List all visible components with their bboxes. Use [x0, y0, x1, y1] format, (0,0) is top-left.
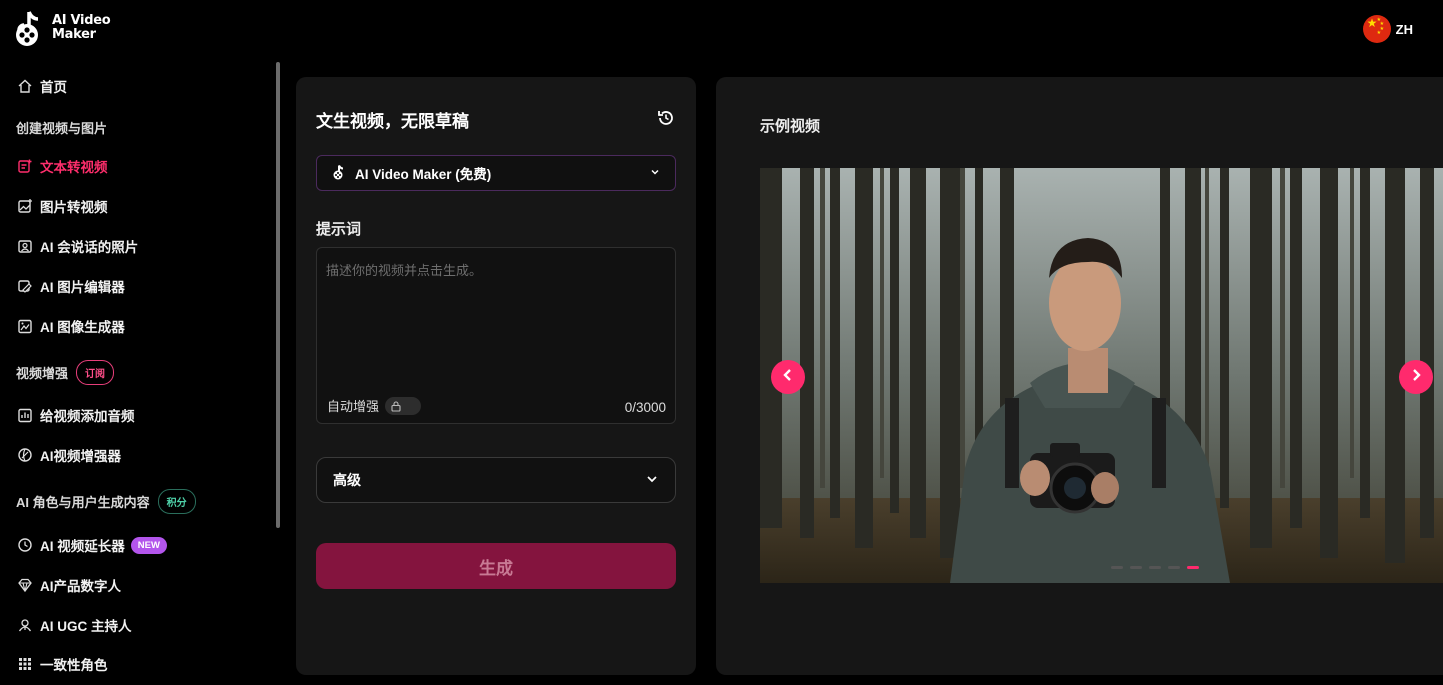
auto-enhance-label: 自动增强	[327, 399, 380, 414]
sidebar-item-label: AI产品数字人	[40, 579, 121, 594]
video-enhancer-icon	[16, 446, 34, 464]
chevron-down-icon	[645, 472, 659, 489]
sidebar-item-label: 给视频添加音频	[40, 409, 135, 424]
sidebar-item-home[interactable]: 首页	[16, 74, 67, 98]
prompt-label: 提示词	[316, 221, 362, 238]
carousel-prev-button[interactable]	[771, 360, 805, 394]
auto-enhance-control[interactable]: 自动增强	[327, 396, 422, 415]
lock-icon	[390, 400, 402, 412]
text-to-video-form: 文生视频，无限草稿 AI Video Maker (免费) 提示词 自动增强 0…	[296, 77, 696, 675]
forest-vlogger-thumbnail	[760, 168, 1443, 583]
sidebar: 首页 创建视频与图片 文本转视频 图片转视频 AI 会说话的照片 AI 图片编辑…	[0, 62, 282, 685]
example-video-title: 示例视频	[760, 118, 821, 135]
image-generator-icon	[16, 317, 34, 335]
brand-logo[interactable]: AI Video Maker	[12, 8, 111, 48]
sidebar-item-label: AI 视频延长器	[40, 539, 125, 554]
language-code: ZH	[1395, 21, 1413, 37]
sidebar-item-video-enhancer[interactable]: AI视频增强器	[16, 443, 121, 467]
section-label: 创建视频与图片	[16, 121, 108, 136]
brand-name: AI Video Maker	[52, 13, 111, 42]
image-video-icon	[16, 197, 34, 215]
product-avatar-icon	[16, 576, 34, 594]
new-badge: NEW	[130, 536, 167, 554]
credits-badge: 积分	[157, 489, 196, 514]
brand-name-line2: Maker	[52, 27, 96, 42]
brand-name-line1: AI Video	[52, 13, 111, 28]
sidebar-item-talking-photo[interactable]: AI 会说话的照片	[16, 234, 138, 258]
carousel-dot[interactable]	[1111, 566, 1123, 569]
sidebar-item-add-audio[interactable]: 给视频添加音频	[16, 403, 135, 427]
sidebar-item-label: AI 图片编辑器	[40, 280, 125, 295]
film-reel-logo-icon	[12, 8, 46, 48]
sidebar-item-label: 首页	[40, 80, 67, 95]
section-enhance-heading: 视频增强 订阅	[16, 360, 115, 385]
prompt-box: 自动增强 0/3000	[316, 247, 676, 424]
home-icon	[16, 77, 34, 95]
generate-button[interactable]: 生成	[316, 543, 676, 589]
advanced-settings-toggle[interactable]: 高级	[316, 457, 676, 503]
sidebar-item-label: 图片转视频	[40, 200, 108, 215]
chevron-left-icon	[780, 367, 796, 388]
sidebar-item-product-avatar[interactable]: AI产品数字人	[16, 573, 121, 597]
sidebar-item-video-extender[interactable]: AI 视频延长器 NEW	[16, 533, 167, 557]
image-editor-icon	[16, 277, 34, 295]
text-video-icon	[16, 157, 34, 175]
ugc-host-icon	[16, 616, 34, 634]
sidebar-item-consistent-character[interactable]: 一致性角色	[16, 652, 108, 676]
sidebar-item-ugc-host[interactable]: AI UGC 主持人	[16, 613, 132, 637]
language-switcher[interactable]: ★ ★ ★ ★ ★ ZH	[1362, 15, 1413, 43]
carousel-next-button[interactable]	[1399, 360, 1433, 394]
model-logo-icon	[331, 164, 347, 183]
char-count: 0/3000	[624, 400, 666, 415]
section-create-heading: 创建视频与图片	[16, 118, 107, 137]
example-video-panel: 示例视频	[716, 77, 1443, 675]
add-audio-icon	[16, 406, 34, 424]
history-icon[interactable]	[656, 108, 676, 128]
sidebar-item-image-generator[interactable]: AI 图像生成器	[16, 314, 125, 338]
subscribe-badge: 订阅	[76, 360, 115, 385]
sidebar-item-label: 一致性角色	[40, 658, 108, 673]
advanced-label: 高级	[333, 472, 361, 488]
section-ugc-heading: AI 角色与用户生成内容 积分	[16, 489, 196, 514]
consistent-character-icon	[16, 655, 34, 673]
carousel-indicators	[1111, 566, 1199, 569]
carousel-dot-active[interactable]	[1187, 566, 1199, 569]
model-select[interactable]: AI Video Maker (免费)	[316, 155, 676, 191]
sidebar-item-image-to-video[interactable]: 图片转视频	[16, 194, 108, 218]
section-label: AI 角色与用户生成内容	[16, 495, 150, 510]
example-video-player[interactable]	[760, 168, 1443, 583]
sidebar-item-label: AI UGC 主持人	[40, 619, 132, 634]
prompt-input[interactable]	[317, 248, 675, 390]
sidebar-scrollbar[interactable]	[276, 62, 280, 528]
chevron-right-icon	[1408, 367, 1424, 388]
carousel-dot[interactable]	[1130, 566, 1142, 569]
form-title: 文生视频，无限草稿	[316, 112, 469, 131]
chevron-down-icon	[649, 166, 661, 181]
model-select-value: AI Video Maker (免费)	[355, 167, 492, 182]
sidebar-item-label: 文本转视频	[40, 160, 108, 175]
sidebar-item-label: AI 图像生成器	[40, 320, 125, 335]
auto-enhance-toggle[interactable]	[385, 396, 422, 415]
china-flag-icon: ★ ★ ★ ★ ★	[1362, 15, 1391, 43]
carousel-dot[interactable]	[1168, 566, 1180, 569]
talking-photo-icon	[16, 237, 34, 255]
carousel-dot[interactable]	[1149, 566, 1161, 569]
sidebar-item-label: AI视频增强器	[40, 449, 121, 464]
video-extender-icon	[16, 536, 34, 554]
sidebar-item-image-editor[interactable]: AI 图片编辑器	[16, 274, 125, 298]
sidebar-item-text-to-video[interactable]: 文本转视频	[16, 154, 108, 178]
sidebar-item-label: AI 会说话的照片	[40, 240, 139, 255]
section-label: 视频增强	[16, 366, 69, 381]
